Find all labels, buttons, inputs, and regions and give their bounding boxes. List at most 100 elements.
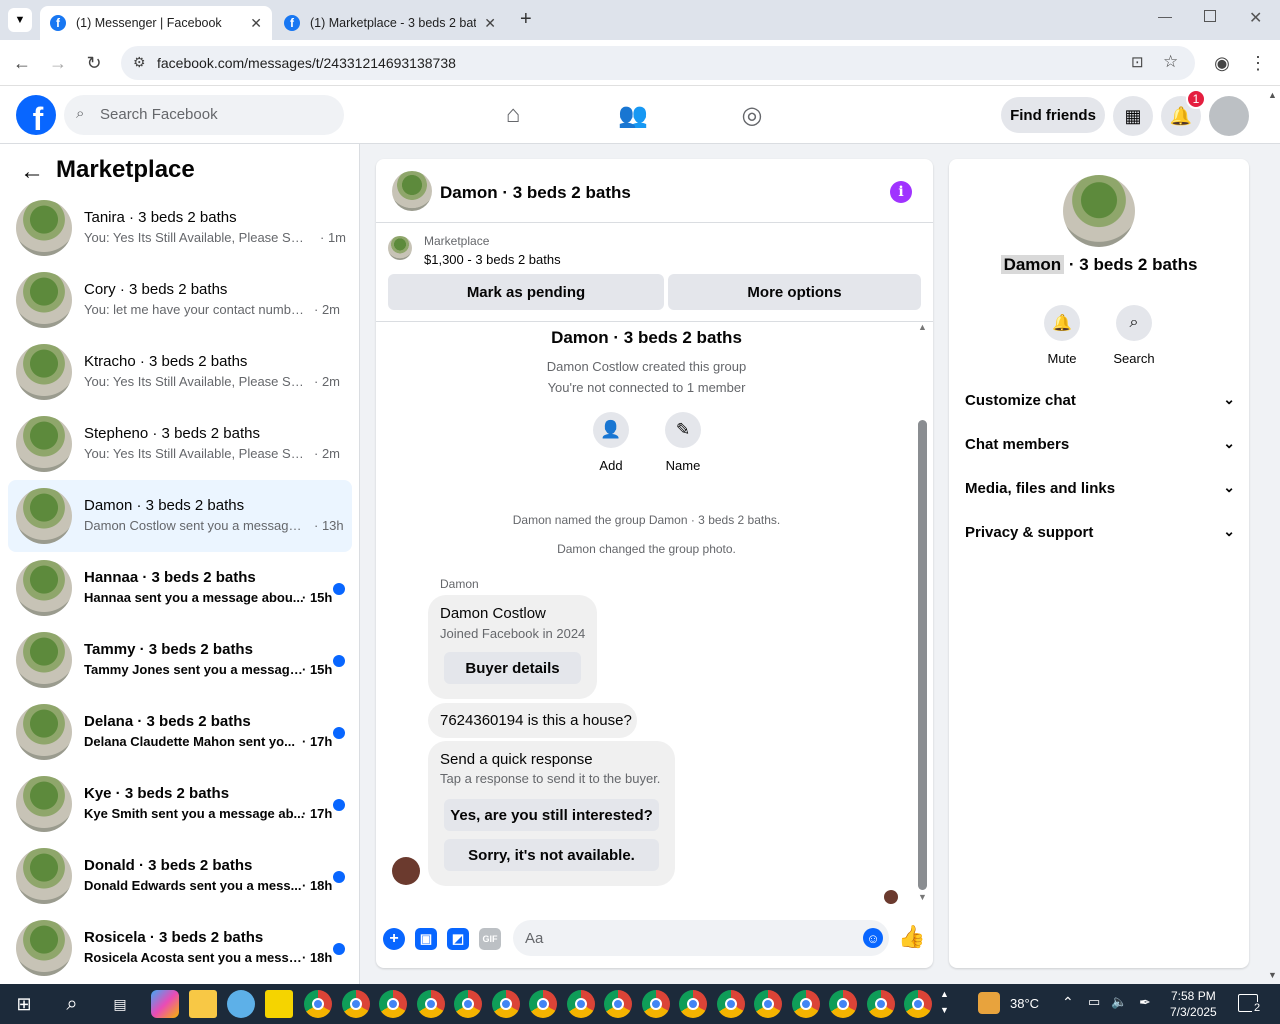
chrome-taskbar-icon[interactable] (304, 990, 332, 1018)
home-icon[interactable]: ⌂ (498, 100, 528, 130)
tab-list-dropdown-icon[interactable]: ▼ (8, 8, 32, 32)
reload-icon[interactable]: ↻ (81, 50, 107, 76)
chrome-taskbar-icon[interactable] (416, 990, 445, 1018)
scroll-up-arrow-icon[interactable]: ▲ (918, 322, 927, 332)
listing-title[interactable]: $1,300 - 3 beds 2 baths (424, 252, 561, 267)
page-scroll-up-icon[interactable]: ▲ (1268, 90, 1277, 100)
tray-chevron-icon[interactable]: ⌃ (1062, 994, 1074, 1011)
group-avatar[interactable] (1063, 175, 1135, 247)
conversation-item[interactable]: Damon · 3 beds 2 baths Damon Costlow sent… (8, 480, 352, 552)
chrome-taskbar-icon[interactable] (866, 990, 895, 1018)
weather-icon[interactable] (978, 992, 1000, 1014)
conversation-item[interactable]: Rosicela · 3 beds 2 baths Rosicela Acosta… (8, 912, 352, 984)
plus-actions-icon[interactable]: + (383, 928, 405, 950)
section-privacy-support[interactable]: Privacy & support ⌄ (965, 517, 1235, 547)
file-explorer-icon[interactable] (189, 990, 217, 1018)
search-input[interactable]: ⌕ Search Facebook (64, 95, 344, 135)
emoji-icon[interactable]: ☺ (863, 928, 883, 948)
buyer-details-button[interactable]: Buyer details (444, 652, 581, 684)
conversation-item[interactable]: Delana · 3 beds 2 baths Delana Claudette … (8, 696, 352, 768)
quick-reply-not-available[interactable]: Sorry, it's not available. (444, 839, 659, 871)
more-options-button[interactable]: More options (668, 274, 921, 310)
conversation-item[interactable]: Tammy · 3 beds 2 baths Tammy Jones sent y… (8, 624, 352, 696)
friends-icon[interactable]: 👥 (618, 100, 648, 130)
section-media-files-links[interactable]: Media, files and links ⌄ (965, 473, 1235, 503)
close-tab-icon[interactable]: ✕ (484, 15, 496, 32)
chrome-taskbar-icon[interactable] (904, 990, 932, 1018)
pen-icon[interactable]: ✒ (1139, 994, 1151, 1011)
address-bar[interactable]: ⚙ facebook.com/messages/t/24331214693138… (121, 46, 1195, 80)
page-scroll-down-icon[interactable]: ▼ (1268, 970, 1277, 980)
chrome-taskbar-icon[interactable] (341, 990, 370, 1018)
search-in-chat-button[interactable]: ⌕ Search (1104, 305, 1164, 366)
clock[interactable]: 7:58 PM 7/3/2025 (1170, 988, 1217, 1020)
bookmark-star-icon[interactable]: ☆ (1163, 52, 1178, 72)
chrome-taskbar-icon[interactable] (604, 990, 632, 1018)
photo-icon[interactable]: ▣ (415, 928, 437, 950)
account-avatar[interactable] (1209, 96, 1249, 136)
chrome-taskbar-icon[interactable] (679, 990, 707, 1018)
menu-grid-icon[interactable]: ▦ (1113, 96, 1153, 136)
conversation-item[interactable]: Cory · 3 beds 2 baths You: let me have yo… (8, 264, 352, 336)
groups-icon[interactable]: ◎ (737, 100, 767, 130)
site-info-icon[interactable]: ⚙ (133, 54, 146, 71)
conversation-item[interactable]: Stepheno · 3 beds 2 baths You: Yes Its St… (8, 408, 352, 480)
chrome-taskbar-icon[interactable] (829, 990, 857, 1018)
chat-avatar[interactable] (392, 171, 432, 211)
message-input[interactable]: Aa ☺ (513, 920, 889, 956)
install-app-icon[interactable]: ⊡ (1131, 53, 1144, 71)
name-group-button[interactable]: ✎ Name (653, 412, 713, 473)
menu-kebab-icon[interactable]: ⋮ (1245, 50, 1271, 76)
profile-icon[interactable]: ◉ (1209, 50, 1235, 76)
section-customize-chat[interactable]: Customize chat ⌄ (965, 385, 1235, 415)
section-chat-members[interactable]: Chat members ⌄ (965, 429, 1235, 459)
sender-avatar[interactable] (392, 857, 420, 885)
facebook-logo[interactable]: f (16, 95, 56, 135)
tab-marketplace[interactable]: f (1) Marketplace - 3 beds 2 baths ✕ (274, 6, 506, 40)
paint-icon[interactable] (227, 990, 255, 1018)
tab-messenger[interactable]: f (1) Messenger | Facebook ✕ (40, 6, 272, 40)
conversation-item[interactable]: Kye · 3 beds 2 baths Kye Smith sent you a… (8, 768, 352, 840)
chrome-taskbar-icon[interactable] (754, 990, 782, 1018)
scroll-down-arrow-icon[interactable]: ▼ (918, 892, 927, 902)
show-hidden-icons[interactable]: ▲ ▼ (940, 986, 949, 1018)
chrome-taskbar-icon[interactable] (454, 990, 482, 1018)
close-window-icon[interactable]: ✕ (1249, 8, 1262, 28)
sticky-notes-icon[interactable] (265, 990, 293, 1018)
scrollbar[interactable] (918, 420, 927, 890)
conversation-item[interactable]: Tanira · 3 beds 2 baths You: Yes Its Stil… (8, 192, 352, 264)
network-icon[interactable]: ▭ (1088, 994, 1100, 1010)
info-icon[interactable]: i (890, 181, 912, 203)
chrome-taskbar-icon[interactable] (379, 990, 407, 1018)
task-view-icon[interactable]: ▤ (106, 990, 134, 1018)
close-tab-icon[interactable]: ✕ (250, 15, 262, 32)
copilot-icon[interactable] (151, 990, 179, 1018)
mark-as-pending-button[interactable]: Mark as pending (388, 274, 664, 310)
like-thumb-icon[interactable]: 👍 (898, 924, 925, 950)
conversation-item[interactable]: Ktracho · 3 beds 2 baths You: Yes Its Sti… (8, 336, 352, 408)
chat-title[interactable]: Damon · 3 beds 2 baths (440, 183, 631, 203)
chrome-taskbar-icon[interactable] (716, 990, 745, 1018)
find-friends-button[interactable]: Find friends (1001, 97, 1105, 133)
chrome-taskbar-icon[interactable] (491, 990, 520, 1018)
forward-icon[interactable]: → (45, 50, 71, 76)
gif-icon[interactable]: GIF (479, 928, 501, 950)
chrome-taskbar-icon[interactable] (641, 990, 670, 1018)
back-icon[interactable]: ← (9, 50, 35, 76)
weather-temp[interactable]: 38°C (1010, 996, 1039, 1011)
sticker-icon[interactable]: ◩ (447, 928, 469, 950)
chrome-taskbar-icon[interactable] (529, 990, 557, 1018)
mute-button[interactable]: 🔔 Mute (1032, 305, 1092, 366)
chrome-taskbar-icon[interactable] (566, 990, 595, 1018)
message-bubble[interactable]: 7624360194 is this a house? (428, 703, 637, 738)
restore-icon[interactable] (1204, 10, 1216, 22)
windows-start-icon[interactable]: ⊞ (10, 990, 38, 1018)
volume-icon[interactable]: 🔈 (1111, 994, 1127, 1010)
conversation-item[interactable]: Donald · 3 beds 2 baths Donald Edwards se… (8, 840, 352, 912)
add-member-button[interactable]: 👤 Add (581, 412, 641, 473)
minimize-icon[interactable]: — (1158, 8, 1172, 24)
back-arrow-icon[interactable]: ← (20, 158, 44, 186)
taskbar-search-icon[interactable]: ⌕ (58, 990, 86, 1018)
conversation-item[interactable]: Hannaa · 3 beds 2 baths Hannaa sent you a… (8, 552, 352, 624)
chrome-taskbar-icon[interactable] (791, 990, 820, 1018)
